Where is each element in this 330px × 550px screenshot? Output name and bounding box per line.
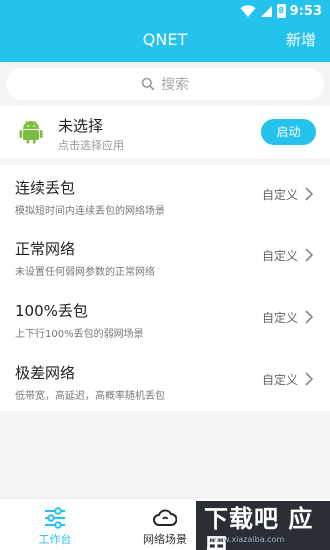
scene-item-poor[interactable]: 极差网络 低带宽，高延迟，高概率随机丢包 自定义 [0,350,330,411]
tab-workbench[interactable]: 工作台 [0,499,110,550]
scene-item-normal[interactable]: 正常网络 未设置任何弱网参数的正常网络 自定义 [0,226,330,287]
add-button[interactable]: 新增 [286,27,316,53]
cell-signal-icon [260,5,272,17]
app-header: 8 9:53 QNET 新增 [0,0,330,62]
scene-desc: 上下行100%丢包的弱网场景 [15,329,144,340]
search-placeholder: 搜索 [161,77,189,93]
android-icon [19,120,43,144]
scene-title: 连续丢包 [15,179,76,197]
scene-title: 极差网络 [15,364,76,382]
scene-value: 自定义 [261,311,298,325]
watermark-sub: www.xiazaiba.com [210,535,285,544]
chevron-right-icon [305,248,314,262]
scene-item-continuous-loss[interactable]: 连续丢包 模拟短时间内连续丢包的网络场景 自定义 [0,165,330,226]
status-bar: 8 9:53 [240,3,322,19]
status-time: 9:53 [289,3,322,19]
scene-desc: 未设置任何弱网参数的正常网络 [15,267,155,278]
scene-item-full-loss[interactable]: 100%丢包 上下行100%丢包的弱网场景 自定义 [0,288,330,349]
scene-desc: 模拟短时间内连续丢包的网络场景 [15,206,165,217]
chevron-right-icon [305,187,314,201]
chevron-right-icon [305,372,314,386]
scene-value: 自定义 [261,373,298,387]
search-input[interactable]: 搜索 [6,68,324,100]
battery-icon: 8 [276,4,286,18]
search-icon [141,77,155,91]
app-name: 未选择 [58,117,104,135]
chevron-right-icon [305,310,314,324]
wifi-icon [240,4,256,17]
start-button[interactable]: 启动 [261,119,316,145]
scene-desc: 低带宽，高延迟，高概率随机丢包 [15,391,165,402]
scene-value: 自定义 [261,188,298,202]
scene-value: 自定义 [261,249,298,263]
app-selector[interactable]: 未选择 点击选择应用 启动 [0,106,330,158]
scene-title: 100%丢包 [15,302,88,320]
tab-label: 工作台 [38,533,72,546]
sliders-icon [45,507,65,529]
scene-list: 连续丢包 模拟短时间内连续丢包的网络场景 自定义 正常网络 未设置任何弱网参数的… [0,165,330,411]
scene-title: 正常网络 [15,240,76,258]
watermark-logo: 下载吧 应用 www.xiazaiba.com [196,501,330,550]
cloud-icon [153,509,177,526]
page-title: QNET [142,30,188,49]
app-hint: 点击选择应用 [58,139,124,152]
